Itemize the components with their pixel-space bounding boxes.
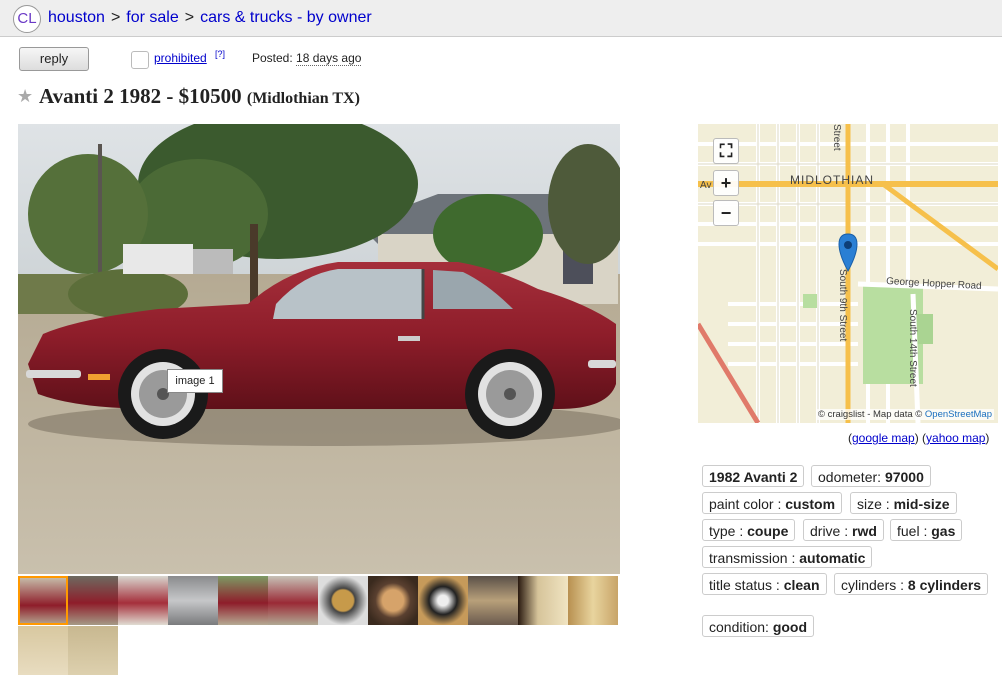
reply-button[interactable]: reply [19,47,89,71]
attr-model: 1982 Avanti 2 [702,465,805,487]
attr-drive: drive : rwd [803,519,884,541]
attr-cylinders-value: 8 cylinders [907,577,982,593]
thumbnail[interactable] [118,576,168,625]
thumbnail[interactable] [518,576,568,625]
map-credit-text: © craigslist - Map data © [817,409,923,420]
title-location: (Midlothian TX) [246,90,360,107]
prohibited-link[interactable]: prohibited [154,51,207,65]
map-label-14th-street: South 14th Street [907,309,918,387]
attr-paint-color: paint color : custom [702,492,843,514]
posted-date: Posted: 18 days ago [252,51,362,66]
car-photo-illustration [18,124,620,574]
map-links-mid: ) ( [914,431,927,445]
location-map[interactable]: MIDLOTHIAN George Hopper Road South 9th … [698,124,998,423]
posting-title: Avanti 2 1982 - $10500 (Midlothian TX) [39,84,360,109]
attr-type: type : coupe [702,519,796,541]
attr-odometer-value: 97000 [884,469,924,485]
thumbnail[interactable] [468,576,518,625]
attr-fuel-value: gas [931,523,956,539]
posted-value: 18 days ago [296,51,362,66]
google-map-link[interactable]: google map [852,431,915,445]
map-label-street: Street [831,124,842,151]
favorite-star-icon[interactable]: ★ [17,86,33,107]
title-name: Avanti 2 1982 [39,84,162,108]
attr-transmission-key: transmission : [709,550,796,566]
main-photo[interactable]: image 1 [18,124,620,574]
top-bar: CL houston > for sale > cars & trucks - by o… [0,0,1002,37]
thumbnail[interactable] [568,576,618,625]
title-price: $10500 [178,84,242,108]
map-label-midlothian: MIDLOTHIAN [790,173,874,187]
attr-odometer-key: odometer: [818,469,882,485]
title-dash: - [166,84,174,108]
map-tiles: MIDLOTHIAN George Hopper Road South 9th … [698,124,998,423]
attr-type-value: coupe [747,523,789,539]
thumbnail[interactable] [68,626,118,675]
map-label-av: Av [700,180,712,191]
attr-size: size : mid-size [850,492,957,514]
craigslist-logo[interactable]: CL [13,5,41,33]
attr-condition-key: condition: [709,619,769,635]
map-links: (google map) (yahoo map) [848,431,989,445]
thumbnail[interactable] [18,576,68,625]
breadcrumb-cars-trucks[interactable]: cars & trucks - by owner [200,9,372,26]
openstreetmap-link[interactable]: OpenStreetMap [925,409,992,420]
attr-fuel-key: fuel : [897,523,928,539]
thumbnail[interactable] [218,576,268,625]
attr-paint-value: custom [785,496,836,512]
attr-fuel: fuel : gas [890,519,963,541]
attr-transmission: transmission : automatic [702,546,873,568]
attr-title-status-value: clean [783,577,820,593]
breadcrumb-separator: > [184,9,195,26]
attr-condition-value: good [772,619,808,635]
prohibited-help-link[interactable]: [?] [215,49,225,59]
thumbnail[interactable] [418,576,468,625]
thumbnail[interactable] [318,576,368,625]
attr-drive-key: drive : [810,523,849,539]
map-label-9th-street: South 9th Street [837,269,848,341]
yahoo-map-link[interactable]: yahoo map [926,431,985,445]
thumbnail[interactable] [368,576,418,625]
breadcrumb: houston > for sale > cars & trucks - by owne… [48,9,372,27]
map-attribution: © craigslist - Map data © OpenStreetMap [815,409,994,420]
zoom-out-icon[interactable]: − [713,200,739,226]
thumbnail[interactable] [268,576,318,625]
attr-condition: condition: good [702,615,815,637]
attr-model-value: 1982 Avanti 2 [709,469,798,485]
map-links-close: ) [985,431,990,445]
thumbnail[interactable] [18,626,68,675]
attr-transmission-value: automatic [799,550,866,566]
attr-drive-value: rwd [852,523,877,539]
thumbnail[interactable] [68,576,118,625]
zoom-in-icon[interactable]: + [713,170,739,196]
posted-label: Posted: [252,51,293,65]
breadcrumb-houston[interactable]: houston [48,9,105,26]
thumbnail[interactable] [168,576,218,625]
attr-title-status: title status : clean [702,573,827,595]
breadcrumb-for-sale[interactable]: for sale [126,9,178,26]
attr-paint-key: paint color : [709,496,782,512]
attr-title-status-key: title status : [709,577,780,593]
attr-cylinders: cylinders : 8 cylinders [834,573,989,595]
breadcrumb-separator: > [110,9,121,26]
attr-type-key: type : [709,523,744,539]
attr-size-key: size : [857,496,890,512]
prohibited-checkbox[interactable] [131,51,149,69]
image-label: image 1 [167,369,223,393]
attr-size-value: mid-size [893,496,950,512]
attr-cylinders-key: cylinders : [841,577,905,593]
attr-odometer: odometer: 97000 [811,465,931,487]
fullscreen-icon[interactable]: ⛶ [713,138,739,164]
